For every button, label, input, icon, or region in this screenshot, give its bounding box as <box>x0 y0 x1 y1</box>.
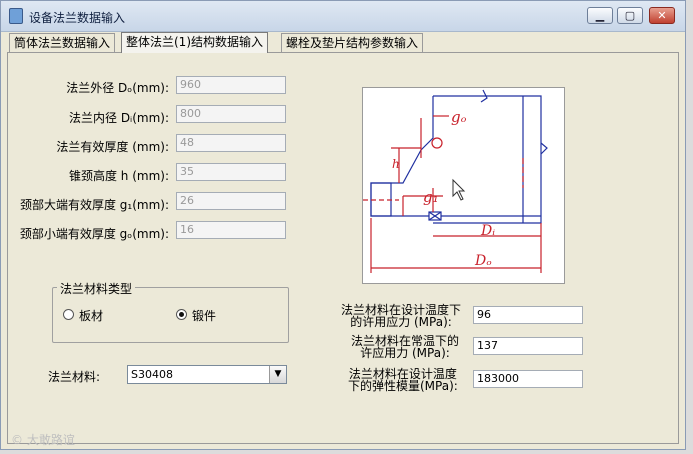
close-button[interactable]: ✕ <box>649 7 675 24</box>
tab-integral-flange[interactable]: 整体法兰(1)结构数据输入 <box>121 32 268 53</box>
design-stress-label-line2: 的许用应力 (MPa): <box>350 315 452 329</box>
material-label: 法兰材料: <box>48 370 101 384</box>
neck-height-field[interactable]: 35 <box>176 163 286 181</box>
ambient-stress-label: 法兰材料在常温下的 许应用力 (MPa): <box>351 335 459 359</box>
forging-radio[interactable] <box>176 309 187 320</box>
plate-radio[interactable] <box>63 309 74 320</box>
minimize-icon: ▁ <box>595 9 605 22</box>
tab-strip: 筒体法兰数据输入 整体法兰(1)结构数据输入 螺栓及垫片结构参数输入 <box>7 32 679 53</box>
design-stress-label: 法兰材料在设计温度下 的许用应力 (MPa): <box>341 304 461 328</box>
label-di: Dᵢ <box>480 223 495 239</box>
plate-radio-label[interactable]: 板材 <box>79 307 103 324</box>
material-select-value: S30408 <box>131 368 173 381</box>
mouse-cursor-icon <box>452 178 466 201</box>
outer-diameter-field[interactable]: 960 <box>176 76 286 94</box>
forging-radio-label[interactable]: 锻件 <box>192 307 216 324</box>
window-title: 设备法兰数据输入 <box>29 11 126 25</box>
tab-shell-flange[interactable]: 筒体法兰数据输入 <box>9 33 116 52</box>
neck-large-thickness-field[interactable]: 26 <box>176 192 286 210</box>
field-label-neck-large-thickness: 颈部大端有效厚度 g₁(mm): <box>19 198 169 212</box>
label-do: Dₒ <box>474 253 492 269</box>
watermark: © 大敢路谊 <box>11 433 75 447</box>
label-h: h <box>392 157 400 171</box>
inner-diameter-field[interactable]: 800 <box>176 105 286 123</box>
field-label-neck-small-thickness: 颈部小端有效厚度 gₒ(mm): <box>19 227 169 241</box>
chevron-down-icon[interactable]: ▼ <box>269 366 286 383</box>
flange-drawing-svg: gₒ g₁ h Dᵢ Dₒ <box>363 89 548 273</box>
tab-bolt-gasket[interactable]: 螺栓及垫片结构参数输入 <box>281 33 424 52</box>
close-icon: ✕ <box>657 9 667 22</box>
label-g0: gₒ <box>451 108 467 126</box>
flange-drawing: gₒ g₁ h Dᵢ Dₒ <box>362 87 565 284</box>
minimize-button[interactable]: ▁ <box>587 7 613 24</box>
field-label-neck-height: 锥颈高度 h (mm): <box>68 169 169 183</box>
maximize-icon: ▢ <box>624 9 636 22</box>
title-bar[interactable]: 设备法兰数据输入 ▁ ▢ ✕ <box>1 1 685 32</box>
ambient-stress-label-line2: 许应用力 (MPa): <box>360 346 450 360</box>
material-select[interactable]: S30408 ▼ <box>127 365 287 384</box>
app-window: 设备法兰数据输入 ▁ ▢ ✕ 筒体法兰数据输入 整体法兰(1)结构数据输入 螺栓… <box>0 0 686 450</box>
neck-small-thickness-field[interactable]: 16 <box>176 221 286 239</box>
design-allowable-stress-field[interactable]: 96 <box>473 306 583 324</box>
elastic-modulus-label-line2: 下的弹性模量(MPa): <box>348 379 458 393</box>
material-type-title: 法兰材料类型 <box>57 280 136 297</box>
ambient-allowable-stress-field[interactable]: 137 <box>473 337 583 355</box>
field-label-effective-thickness: 法兰有效厚度 (mm): <box>56 140 169 154</box>
field-label-outer-diameter: 法兰外径 Dₒ(mm): <box>66 81 169 95</box>
app-icon <box>9 8 23 24</box>
field-label-inner-diameter: 法兰内径 Dᵢ(mm): <box>69 111 169 125</box>
label-g1: g₁ <box>423 188 439 206</box>
elastic-modulus-label: 法兰材料在设计温度 下的弹性模量(MPa): <box>348 368 458 392</box>
effective-thickness-field[interactable]: 48 <box>176 134 286 152</box>
maximize-button[interactable]: ▢ <box>617 7 643 24</box>
elastic-modulus-field[interactable]: 183000 <box>473 370 583 388</box>
